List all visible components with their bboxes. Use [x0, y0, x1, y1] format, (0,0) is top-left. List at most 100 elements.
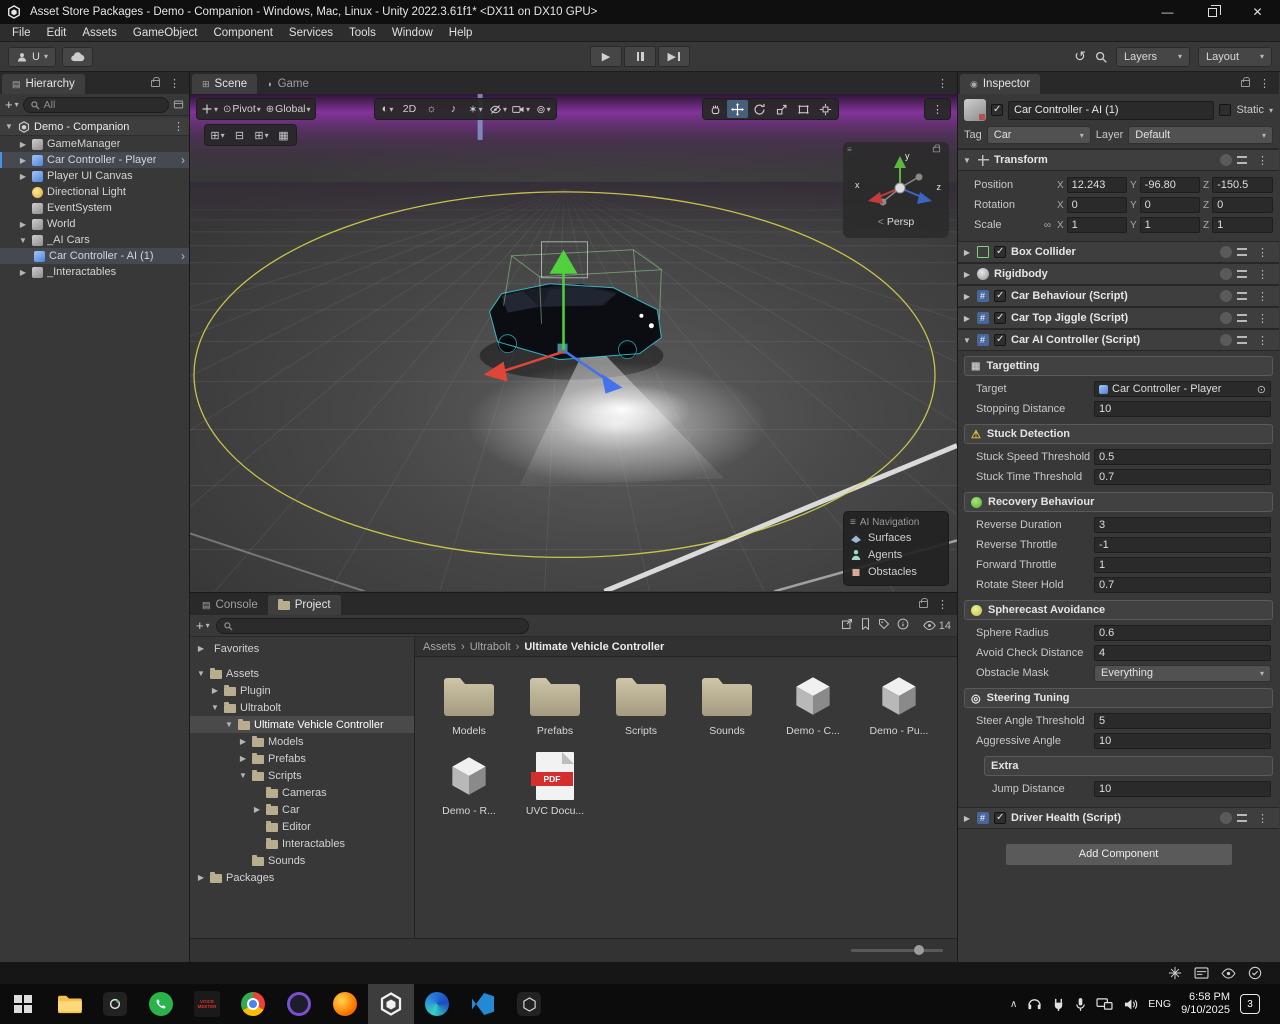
breadcrumb-current[interactable]: Ultimate Vehicle Controller	[524, 641, 664, 653]
help-icon[interactable]	[1220, 154, 1232, 166]
lock-icon[interactable]	[1241, 76, 1250, 87]
active-checkbox[interactable]	[991, 104, 1003, 116]
gameobject-icon[interactable]	[964, 99, 986, 121]
rect-tool[interactable]	[793, 100, 814, 118]
component-menu-icon[interactable]: ⋮	[1252, 290, 1273, 303]
tree-scripts[interactable]: ▼ Scripts	[190, 767, 414, 784]
cloud-button[interactable]	[61, 46, 93, 67]
component-header-rigidbody[interactable]: ▶ Rigidbody ⋮	[958, 263, 1279, 285]
scene-view[interactable]: ▾ ⊙Pivot▾ ⊕Global▾ ◐▾ 2D ☼ ♪ ✶▾ ▾	[190, 94, 957, 592]
volume-icon[interactable]	[1123, 998, 1138, 1011]
asset-demo-scene-2[interactable]: Demo - Pu...	[857, 667, 941, 737]
tree-packages[interactable]: ▶ Packages	[190, 869, 414, 886]
grid-snap-dropdown[interactable]: ⊞ ▾	[207, 126, 228, 144]
orientation-gizmo[interactable]: ≡ y x z < Persp	[843, 142, 949, 238]
hierarchy-item-interactables[interactable]: ▶ _Interactables	[0, 264, 189, 280]
phone-app-icon[interactable]	[138, 984, 184, 1024]
tree-interactables[interactable]: Interactables	[190, 835, 414, 852]
purple-browser-icon[interactable]	[276, 984, 322, 1024]
tree-prefabs[interactable]: ▶ Prefabs	[190, 750, 414, 767]
layout-dropdown[interactable]: Layout ▾	[1198, 46, 1272, 67]
tree-models[interactable]: ▶ Models	[190, 733, 414, 750]
scene-menu-icon[interactable]: ⋮	[932, 77, 953, 90]
hierarchy-menu-icon[interactable]: ⋮	[164, 77, 185, 90]
component-enabled-checkbox[interactable]	[994, 312, 1006, 324]
stuck-speed-field[interactable]: 0.5	[1094, 449, 1271, 465]
component-header-car-behaviour[interactable]: ▶ Car Behaviour (Script) ⋮	[958, 285, 1279, 307]
tray-chevron-icon[interactable]: ∧	[1010, 999, 1017, 1010]
tab-scene[interactable]: ⊞ Scene	[192, 74, 258, 94]
hierarchy-item-world[interactable]: ▶ World	[0, 216, 189, 232]
pause-button[interactable]	[624, 46, 656, 67]
tag-dropdown[interactable]: Car ▾	[986, 126, 1091, 144]
clock[interactable]: 6:58 PM 9/10/2025	[1181, 991, 1230, 1017]
file-explorer-icon[interactable]	[46, 984, 92, 1024]
scene-header-row[interactable]: ▼ Demo - Companion ⋮	[0, 118, 189, 136]
forward-throttle-field[interactable]: 1	[1094, 557, 1271, 573]
tab-game[interactable]: ◗ Game	[257, 74, 319, 94]
edge-browser-icon[interactable]	[414, 984, 460, 1024]
add-component-button[interactable]: Add Component	[1004, 843, 1233, 866]
shading-mode-dropdown[interactable]: ◐ ▾	[377, 100, 398, 118]
scene-menu-icon[interactable]: ⋮	[168, 120, 189, 133]
layer-dropdown[interactable]: Default ▾	[1128, 126, 1273, 144]
aggressive-angle-field[interactable]: 10	[1094, 733, 1271, 749]
tab-project[interactable]: Project	[267, 595, 341, 615]
presets-icon[interactable]	[1237, 314, 1247, 322]
scale-z-field[interactable]: 1	[1212, 217, 1273, 233]
component-menu-icon[interactable]: ⋮	[1252, 812, 1273, 825]
gizmo-lock-icon[interactable]	[932, 143, 941, 152]
component-enabled-checkbox[interactable]	[994, 812, 1006, 824]
lock-icon[interactable]	[151, 76, 160, 87]
monitor-icon[interactable]	[1096, 997, 1113, 1011]
rotate-steer-hold-field[interactable]: 0.7	[1094, 577, 1271, 593]
asset-demo-scene-3[interactable]: Demo - R...	[427, 747, 511, 817]
jump-distance-field[interactable]: 10	[1094, 781, 1271, 797]
component-header-car-top-jiggle[interactable]: ▶ Car Top Jiggle (Script) ⋮	[958, 307, 1279, 329]
tree-cameras[interactable]: Cameras	[190, 784, 414, 801]
create-object-button[interactable]: + ▾	[5, 97, 19, 112]
obstacle-mask-dropdown[interactable]: Everything ▾	[1094, 664, 1271, 682]
component-header-driver-health[interactable]: ▶ Driver Health (Script) ⋮	[958, 807, 1279, 829]
presets-icon[interactable]	[1237, 248, 1247, 256]
hierarchy-item-gamemanager[interactable]: ▶ GameManager	[0, 136, 189, 152]
rotation-z-field[interactable]: 0	[1212, 197, 1273, 213]
check-circle-tray-icon[interactable]	[1248, 966, 1262, 980]
menu-file[interactable]: File	[4, 27, 39, 39]
sphere-radius-field[interactable]: 0.6	[1094, 625, 1271, 641]
minimize-button[interactable]: —	[1145, 0, 1190, 24]
unity-hub-icon[interactable]	[506, 984, 552, 1024]
tab-console[interactable]: ▤ Console	[192, 595, 268, 615]
hierarchy-item-car-controller-player[interactable]: ▶ Car Controller - Player ›	[0, 152, 189, 168]
maximize-button[interactable]	[1190, 0, 1235, 24]
tool-handle-icon[interactable]: ▾	[199, 100, 220, 118]
grid-plus-dropdown[interactable]: ⊞ ▾	[251, 126, 272, 144]
menu-window[interactable]: Window	[384, 27, 441, 39]
vscode-icon[interactable]	[460, 984, 506, 1024]
asset-demo-scene-1[interactable]: Demo - C...	[771, 667, 855, 737]
bookmark-icon[interactable]	[860, 618, 871, 633]
orange-browser-icon[interactable]	[322, 984, 368, 1024]
component-menu-icon[interactable]: ⋮	[1252, 246, 1273, 259]
asset-scripts-folder[interactable]: Scripts	[599, 667, 683, 737]
search-icon[interactable]	[1094, 50, 1108, 64]
step-button[interactable]: ▶	[658, 46, 690, 67]
component-menu-icon[interactable]: ⋮	[1252, 334, 1273, 347]
close-button[interactable]: ✕	[1235, 0, 1280, 24]
undo-history-icon[interactable]: ↺	[1074, 48, 1086, 65]
component-menu-icon[interactable]: ⋮	[1252, 154, 1273, 167]
ai-nav-agents[interactable]: Agents	[850, 546, 942, 563]
component-enabled-checkbox[interactable]	[994, 246, 1006, 258]
help-icon[interactable]	[1220, 290, 1232, 302]
scene-audio-toggle[interactable]: ♪	[443, 100, 464, 118]
menu-edit[interactable]: Edit	[39, 27, 75, 39]
position-x-field[interactable]: 12.243	[1066, 177, 1127, 193]
prefab-open-arrow[interactable]: ›	[181, 153, 189, 167]
asset-models-folder[interactable]: Models	[427, 667, 511, 737]
grid-minus-icon[interactable]: ⊟	[229, 126, 250, 144]
language-indicator[interactable]: ENG	[1148, 998, 1171, 1010]
presets-icon[interactable]	[1237, 156, 1247, 164]
search-filter-icon[interactable]	[173, 99, 184, 110]
tree-ultimate-vehicle-controller[interactable]: ▼ Ultimate Vehicle Controller	[190, 716, 414, 733]
position-y-field[interactable]: -96.80	[1139, 177, 1200, 193]
